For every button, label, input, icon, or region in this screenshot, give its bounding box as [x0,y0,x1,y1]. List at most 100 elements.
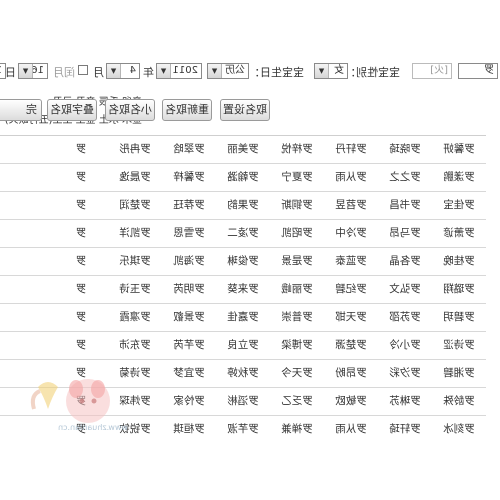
nickname-button[interactable]: 小名取名 [105,99,155,121]
name-cell[interactable]: 罗 [54,332,108,359]
name-cell[interactable]: 罗凛霞 [108,304,162,331]
hour-select[interactable]: 1 [0,63,6,79]
name-cell[interactable]: 罗冉彤 [108,136,162,163]
name-cell[interactable]: 罗龄殊 [432,388,486,415]
name-cell[interactable]: 罗来葵 [216,276,270,303]
name-cell[interactable]: 罗桓琪 [162,416,216,442]
name-cell[interactable]: 罗汐彩 [378,360,432,387]
name-cell[interactable]: 罗果韵 [216,192,270,219]
name-cell[interactable]: 罗海凯 [162,248,216,275]
name-cell[interactable]: 罗纪碧 [324,276,378,303]
name-cell[interactable]: 罗璐翔 [432,276,486,303]
extra-button[interactable]: 完 [0,99,42,121]
name-cell[interactable]: 罗苕昱 [324,192,378,219]
name-cell[interactable]: 罗博梁 [270,332,324,359]
name-cell[interactable]: 罗从雨 [324,164,378,191]
birthday-label: 宝宝生日： [249,66,304,79]
name-cell[interactable]: 罗 [54,192,108,219]
name-cell[interactable]: 罗是景 [270,248,324,275]
name-cell[interactable]: 罗昂盼 [324,360,378,387]
name-cell[interactable]: 罗苏邵 [378,304,432,331]
name-cell[interactable]: 罗 [54,248,108,275]
name-cell[interactable]: 罗立良 [216,332,270,359]
name-cell[interactable]: 罗萧谚 [432,220,486,247]
name-cell[interactable]: 罗之之 [378,164,432,191]
name-cell[interactable]: 罗普崇 [270,304,324,331]
name-cell[interactable]: 罗芊芮 [162,332,216,359]
gender-select[interactable]: 女 ▼ [314,63,348,79]
name-cell[interactable]: 罗楚润 [108,192,162,219]
name-cell[interactable]: 罗琪乐 [108,248,162,275]
name-cell[interactable]: 罗冷中 [324,220,378,247]
name-cell[interactable]: 罗嘉佳 [216,304,270,331]
calendar-select[interactable]: 公历 ▼ [207,63,249,79]
name-cell[interactable]: 罗天邯 [324,304,378,331]
name-cell[interactable]: 罗荐珏 [162,192,216,219]
name-cell[interactable]: 罗从雨 [324,416,378,442]
name-cell[interactable]: 罗湘碧 [432,360,486,387]
name-cell[interactable]: 罗漾鹏 [432,164,486,191]
name-cell[interactable]: 罗轩琦 [378,416,432,442]
name-cell[interactable]: 罗书昌 [378,192,432,219]
leap-month-checkbox[interactable] [78,65,88,75]
name-cell[interactable]: 罗琳苏 [378,388,432,415]
name-cell[interactable]: 罗俊琳 [216,248,270,275]
name-cell[interactable]: 罗 [54,164,108,191]
name-cell[interactable]: 罗诗涩 [432,332,486,359]
name-cell[interactable]: 罗马昂 [378,220,432,247]
name-cell[interactable]: 罗刻冰 [432,416,486,442]
name-cell[interactable]: 罗宜梦 [162,360,216,387]
name-cell[interactable]: 罗楚源 [324,332,378,359]
day-suffix: 日 [5,66,16,79]
regenerate-names-button[interactable]: 重新取名 [162,99,212,121]
naming-settings-button[interactable]: 取名设置 [220,99,270,121]
name-cell[interactable]: 罗凌二 [216,220,270,247]
name-cell[interactable]: 罗馨妍 [432,136,486,163]
name-cell[interactable]: 罗 [54,220,108,247]
surname-input[interactable]: 罗 [458,63,498,79]
name-cell[interactable]: 罗小冷 [378,332,432,359]
name-cell[interactable]: 罗梓悦 [270,136,324,163]
name-cell[interactable]: 罗滔彬 [216,388,270,415]
name-cell[interactable]: 罗禅兼 [270,416,324,442]
name-cell[interactable]: 罗 [54,136,108,163]
name-cell[interactable]: 罗翰潞 [216,164,270,191]
name-cell[interactable]: 罗明芮 [162,276,216,303]
year-suffix: 年 [143,66,154,79]
name-cell[interactable]: 罗蓝泰 [324,248,378,275]
name-cell[interactable]: 罗 [54,276,108,303]
name-cell[interactable]: 罗敏欧 [324,388,378,415]
name-cell[interactable]: 罗各晶 [378,248,432,275]
name-cell[interactable]: 罗铜斯 [270,192,324,219]
name-cell[interactable]: 罗乏乙 [270,388,324,415]
name-cell[interactable]: 罗晓琦 [378,136,432,163]
name-cell[interactable]: 罗昭凯 [270,220,324,247]
name-cell[interactable]: 罗芊淑 [216,416,270,442]
name-cell[interactable]: 罗秋婷 [216,360,270,387]
month-select[interactable]: 4 ▼ [106,63,140,79]
name-cell[interactable]: 罗佳宝 [432,192,486,219]
name-cell[interactable]: 罗景叡 [162,304,216,331]
name-cell[interactable]: 罗丽峨 [270,276,324,303]
chevron-down-icon: ▼ [315,64,329,78]
name-cell[interactable]: 罗 [54,304,108,331]
name-cell[interactable]: 罗玉诗 [108,276,162,303]
name-cell[interactable]: 罗轩丹 [324,136,378,163]
name-cell[interactable]: 罗天今 [270,360,324,387]
name-cell[interactable]: 罗桂晚 [432,248,486,275]
name-cell[interactable]: 罗怜家 [162,388,216,415]
name-cell[interactable]: 罗凯洋 [108,220,162,247]
name-cell[interactable]: 罗翠晗 [162,136,216,163]
name-cell[interactable]: 罗夏宁 [270,164,324,191]
name-cell[interactable]: 罗东沛 [108,332,162,359]
name-cell[interactable]: 罗碧玥 [432,304,486,331]
name-cell[interactable]: 罗馨梓 [162,164,216,191]
name-cell[interactable]: 罗美丽 [216,136,270,163]
day-select[interactable]: 16 ▼ [18,63,48,79]
name-cell[interactable]: 罗晨逸 [108,164,162,191]
repeated-char-name-button[interactable]: 叠字取名 [47,99,97,121]
year-select[interactable]: 2011 ▼ [156,63,202,79]
name-cell[interactable]: 罗弘文 [378,276,432,303]
year-value: 2011 [172,65,198,76]
name-cell[interactable]: 罗雪恩 [162,220,216,247]
